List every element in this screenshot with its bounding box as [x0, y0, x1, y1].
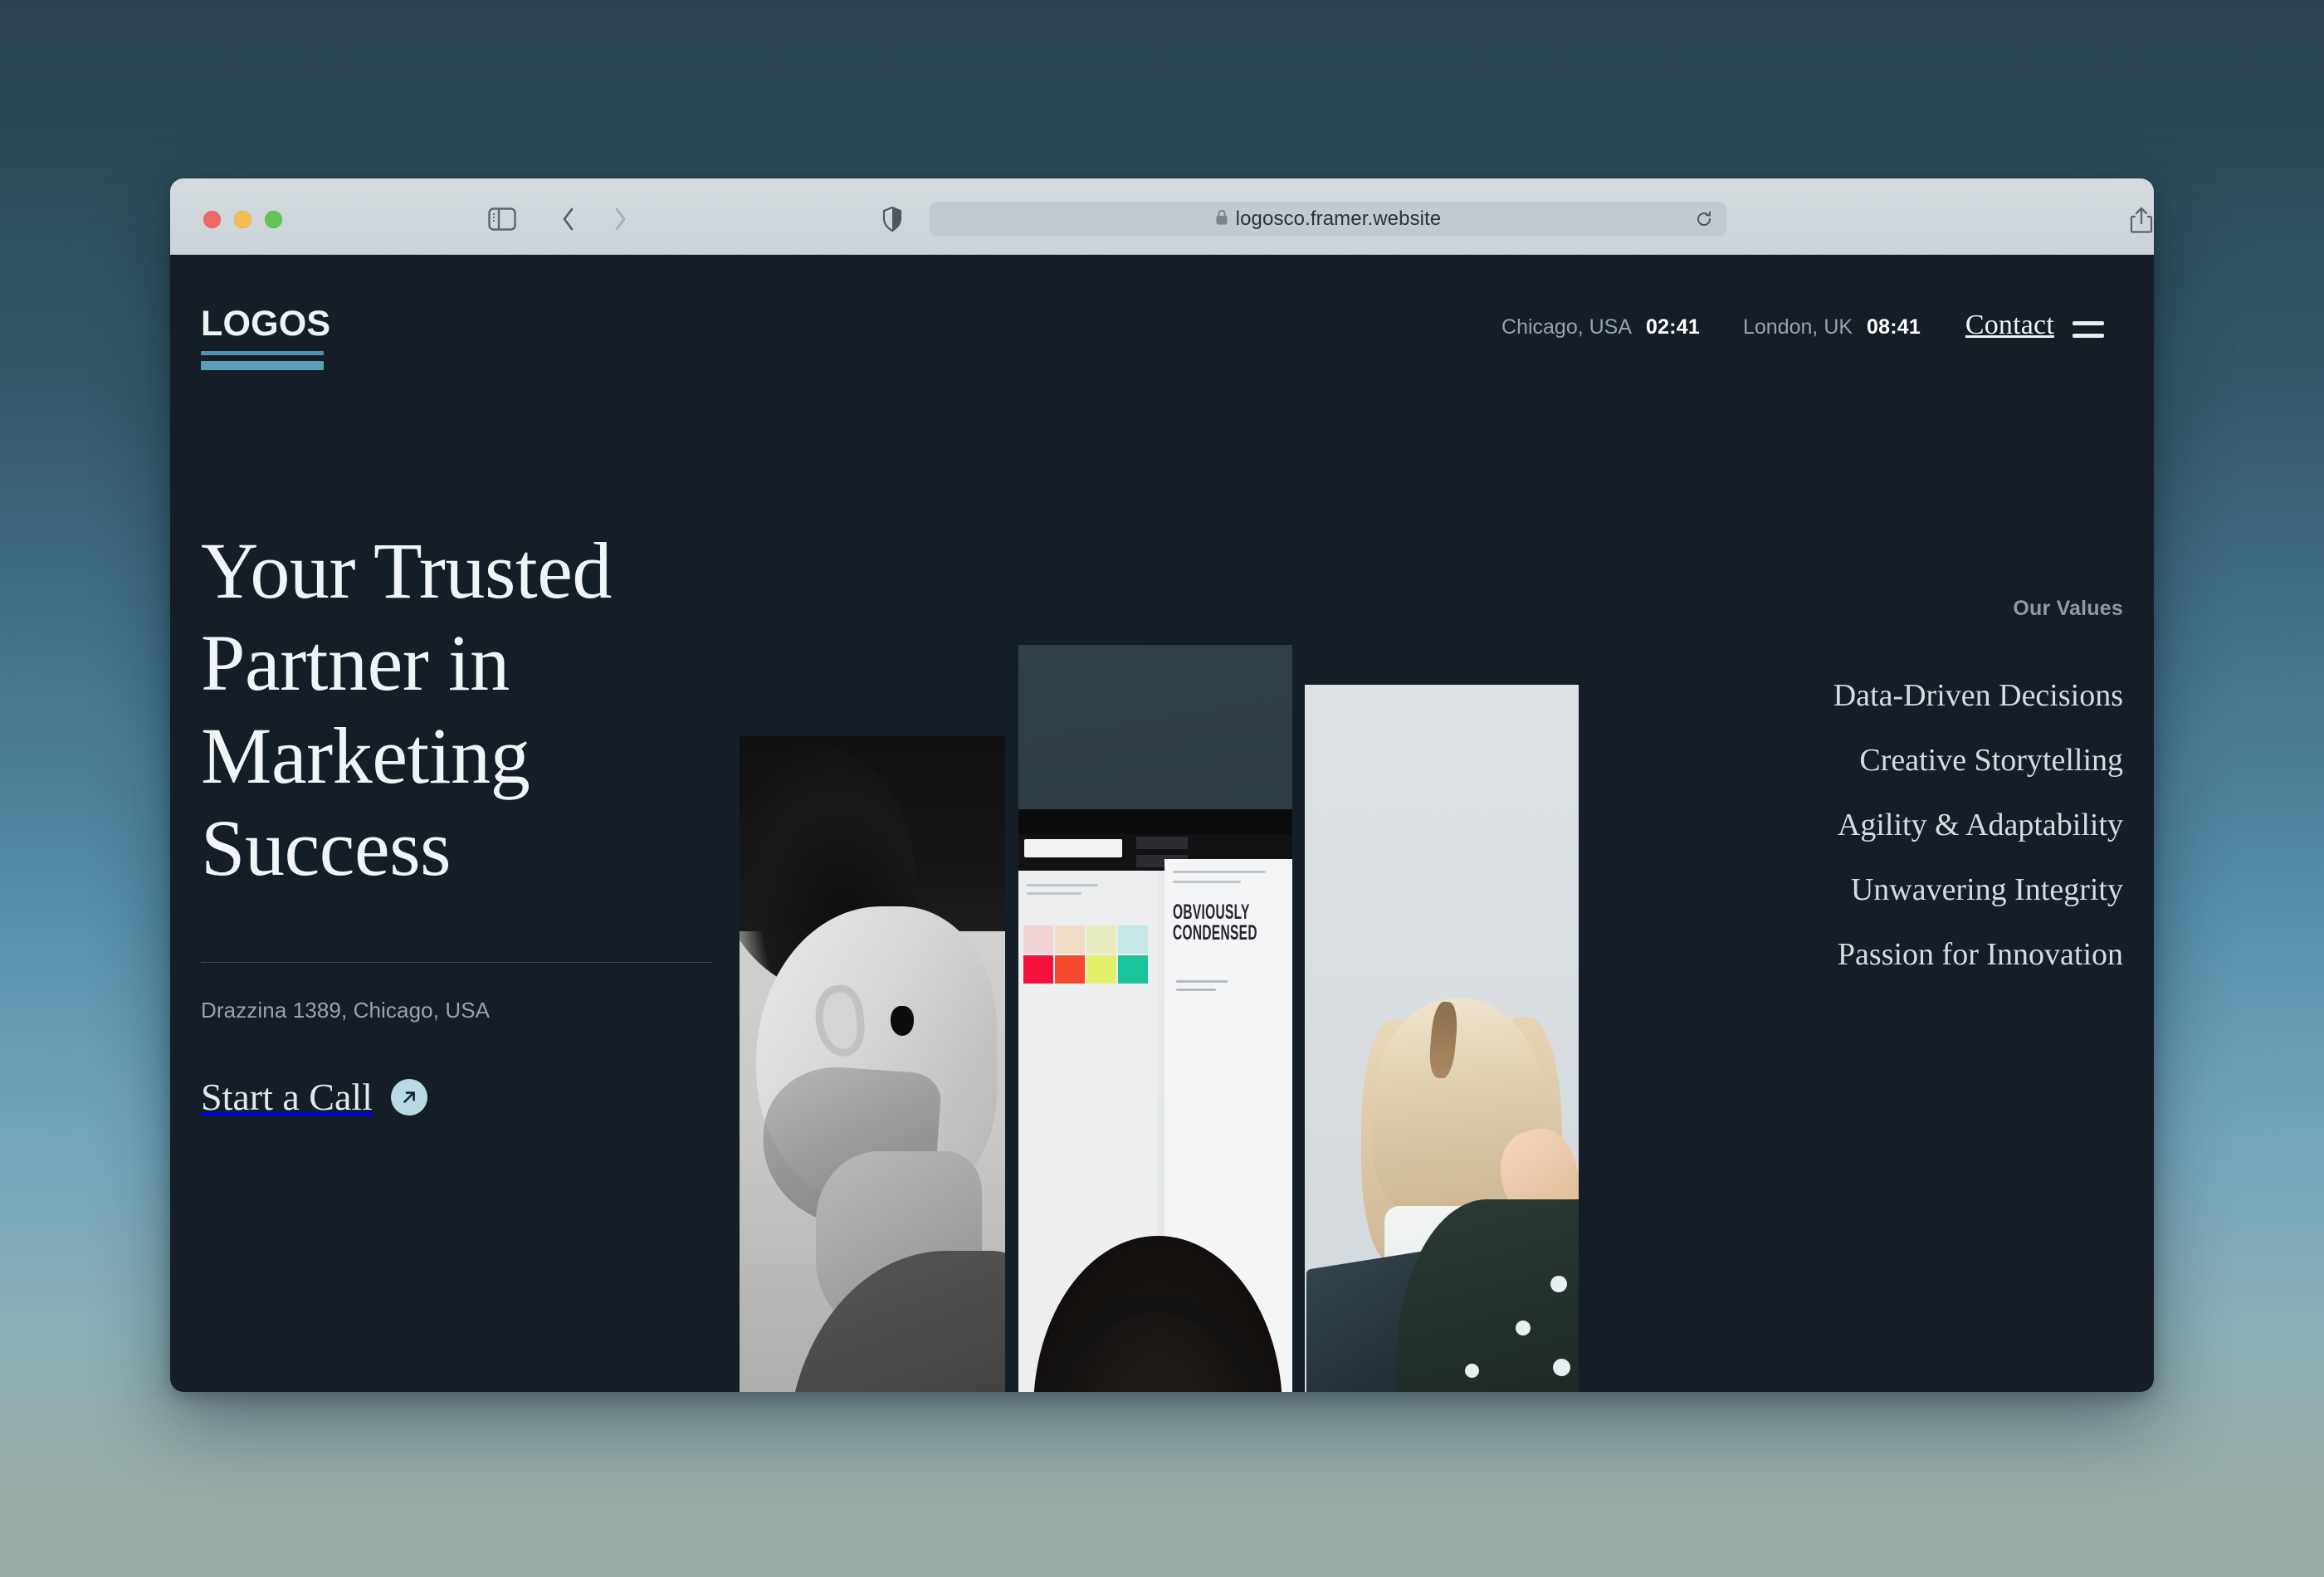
minimize-window-button[interactable]	[234, 211, 251, 228]
hero-text-block: Your Trusted Partner in Marketing Succes…	[201, 525, 711, 1119]
type-specimen-text: OBVIOUSLY CONDENSED	[1173, 901, 1257, 945]
divider	[201, 962, 711, 964]
close-window-button[interactable]	[203, 211, 221, 228]
clock-chicago: Chicago, USA 02:41	[1501, 315, 1700, 339]
value-item: Creative Storytelling	[1859, 743, 2123, 778]
collage-image-3	[1305, 685, 1579, 1392]
collage-image-2: OBVIOUSLY CONDENSED	[1018, 645, 1292, 1392]
lock-icon	[1215, 209, 1228, 230]
logo-text: LOGOS	[201, 304, 331, 344]
maximize-window-button[interactable]	[265, 211, 282, 228]
our-values-section: Our Values Data-Driven Decisions Creativ…	[1798, 597, 2123, 978]
clock-time-value: 02:41	[1646, 315, 1700, 339]
world-clocks: Chicago, USA 02:41 London, UK 08:41	[1501, 315, 1921, 339]
start-a-call-button[interactable]: Start a Call	[201, 1075, 711, 1119]
contact-link[interactable]: Contact	[1965, 310, 2054, 341]
value-item: Agility & Adaptability	[1837, 808, 2123, 842]
value-item: Passion for Innovation	[1837, 937, 2123, 972]
our-values-list: Data-Driven Decisions Creative Storytell…	[1798, 672, 2123, 978]
clock-london: London, UK 08:41	[1743, 315, 1921, 339]
logo-accent-bar-thin	[201, 351, 324, 355]
clock-time-value: 08:41	[1867, 315, 1921, 339]
window-controls	[203, 211, 282, 228]
clock-city-label: Chicago, USA	[1501, 315, 1633, 339]
start-a-call-label: Start a Call	[201, 1076, 373, 1119]
address-bar[interactable]: logosco.framer.website	[930, 202, 1726, 237]
page-title: Your Trusted Partner in Marketing Succes…	[201, 526, 613, 893]
value-item: Data-Driven Decisions	[1833, 678, 2123, 713]
browser-toolbar: logosco.framer.website	[170, 178, 2154, 255]
site-header: LOGOS Chicago, USA 02:41 London, UK 08:4…	[170, 255, 2154, 379]
hamburger-menu-icon[interactable]	[2073, 321, 2104, 338]
our-values-label: Our Values	[2013, 597, 2123, 620]
privacy-shield-icon[interactable]	[880, 206, 905, 232]
website-content: OBVIOUSLY CONDENSED LOGOS Chicago, USA 0…	[170, 255, 2154, 1392]
reload-icon[interactable]	[1695, 210, 1713, 228]
logo-accent-bar-thick	[201, 361, 324, 370]
forward-chevron-icon[interactable]	[608, 206, 632, 232]
back-chevron-icon[interactable]	[556, 206, 581, 232]
share-icon[interactable]	[2127, 205, 2154, 235]
sidebar-toggle-icon[interactable]	[488, 207, 516, 232]
arrow-up-right-icon	[390, 1078, 427, 1116]
logo[interactable]: LOGOS	[201, 304, 331, 370]
url-text: logosco.framer.website	[1235, 208, 1442, 230]
office-address: Drazzina 1389, Chicago, USA	[201, 998, 491, 1023]
clock-city-label: London, UK	[1743, 315, 1853, 339]
browser-window: logosco.framer.website OBVIOUSLY CONDENS…	[170, 178, 2154, 1392]
collage-image-1	[740, 736, 1005, 1392]
value-item: Unwavering Integrity	[1850, 872, 2123, 907]
